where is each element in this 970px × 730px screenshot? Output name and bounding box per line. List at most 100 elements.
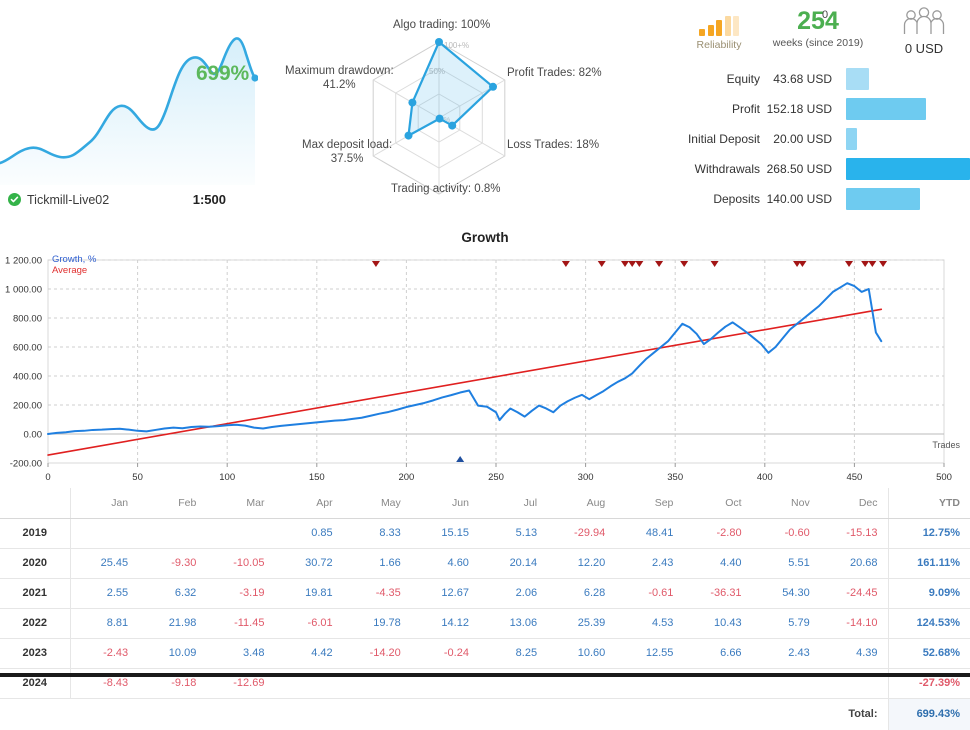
table-cell-month: 4.39 [819,638,888,669]
table-cell-ytd: 52.68% [887,638,970,669]
svg-text:1 000.00: 1 000.00 [5,285,42,296]
table-row: 2020 25.45 -9.30 -10.05 30.72 1.66 4.60 20.14 12… [0,548,970,579]
table-cell-month: -36.31 [683,578,752,609]
broker-name: Tickmill-Live02 [27,192,110,207]
table-cell-month: 8.33 [342,518,411,549]
svg-text:400: 400 [757,472,773,483]
reliability-label: Reliability [696,39,742,51]
total-spacer [615,698,683,730]
svg-text:400.00: 400.00 [13,372,42,383]
table-row: 2023 -2.43 10.09 3.48 4.42 -14.20 -0.24 8.25 10.… [0,638,970,669]
table-cell-month: 3.48 [206,638,275,669]
table-cell-month: -11.45 [206,608,275,639]
table-cell-year: 2019 [0,518,71,549]
table-col-jan: Jan [70,488,139,519]
stat-row-equity: Equity 43.68 USD [680,64,970,94]
total-spacer [479,698,547,730]
stat-value: 268.50 USD [766,162,832,176]
table-cell-year: 2020 [0,548,71,579]
svg-text:0: 0 [45,472,50,483]
stat-label: Profit [731,102,760,116]
x-axis-title: Trades [932,440,960,450]
table-cell-month: 4.53 [615,608,684,639]
table-cell-month: -15.13 [819,518,888,549]
verified-check-icon [8,193,21,206]
table-col-ytd: YTD [887,488,970,519]
bottom-divider [0,673,970,677]
table-cell-month: -2.43 [70,638,139,669]
total-spacer [547,698,615,730]
table-cell-month: 2.43 [615,548,684,579]
table-cell-ytd: 161.11% [887,548,970,579]
table-cell-month: -9.30 [138,548,207,579]
table-cell-month: 20.14 [478,548,548,579]
stat-value: 152.18 USD [766,102,832,116]
table-cell-month: 30.72 [274,548,343,579]
table-cell-month: 25.39 [547,608,616,639]
table-cell-month: -24.45 [819,578,888,609]
stat-row-initial-deposit: Initial Deposit 20.00 USD [680,124,970,154]
table-cell-month: -0.61 [615,578,684,609]
radar-label-profit-trades: Profit Trades: 82% [507,67,602,79]
growth-chart: -200.00 0.00 200.00 400.00 600.00 800.00 1 000… [0,248,970,488]
table-col-mar: Mar [206,488,275,519]
table-cell-month: -2.80 [683,518,752,549]
legend-growth: Growth, % [52,254,97,265]
table-cell-ytd: 12.75% [887,518,970,549]
table-cell-month: 19.78 [342,608,411,639]
radar-label-max-drawdown: Maximum drawdown: 41.2% [285,65,394,92]
radar-label-loss-trades: Loss Trades: 18% [507,139,600,151]
table-header-row: Jan Feb Mar Apr May Jun Jul Aug Sep Oct Nov Dec YTD [0,488,970,519]
table-cell-month: 5.13 [478,518,548,549]
table-col-year [0,488,71,519]
svg-text:300: 300 [578,472,594,483]
stat-row-profit: Profit 152.18 USD [680,94,970,124]
stat-bar [846,98,926,120]
table-cell-month: -4.35 [342,578,411,609]
chart-legend: Growth, % Average [52,254,96,276]
summary-panel: 699% Tickmill-Live02 1:500 100+% 50% 0% … [0,0,970,228]
stat-rows: Equity 43.68 USD Profit 152.18 USD Initi… [680,58,970,214]
table-row: 2022 8.81 21.98 -11.45 -6.01 19.78 14.12 13.06 2… [0,608,970,639]
radar-label-trading-activity: Trading activity: 0.8% [391,183,501,195]
subscribers-block: 0 0 USD [822,6,970,58]
table-cell-month: 13.06 [478,608,548,639]
table-cell-month: 4.60 [410,548,479,579]
stat-label: Deposits [713,192,760,206]
table-cell-month: 6.32 [138,578,207,609]
table-cell-month: 15.15 [410,518,479,549]
total-label: Total: [848,708,878,721]
svg-text:-200.00: -200.00 [10,459,42,470]
table-col-sep: Sep [615,488,684,519]
table-cell-month: 20.68 [819,548,888,579]
stat-bar [846,188,920,210]
table-cell-month: 14.12 [410,608,479,639]
table-cell-month [70,518,139,549]
stat-label: Withdrawals [694,162,760,176]
table-cell-year: 2022 [0,608,71,639]
total-spacer [206,698,274,730]
table-cell-year: 2023 [0,638,71,669]
table-cell-ytd: 9.09% [887,578,970,609]
total-spacer [274,698,342,730]
table-cell-month: 0.85 [274,518,343,549]
table-cell-month: 54.30 [751,578,820,609]
table-cell-month: 2.06 [478,578,548,609]
table-col-dec: Dec [819,488,888,519]
radar-label-algo-trading: Algo trading: 100% [393,19,491,31]
table-cell-ytd: 124.53% [887,608,970,639]
table-cell-month: 10.09 [138,638,207,669]
table-cell-month: 2.43 [751,638,820,669]
subscribers-value: 0 USD [904,41,944,56]
total-spacer [0,698,70,730]
table-col-jul: Jul [478,488,548,519]
stat-value: 20.00 USD [773,132,832,146]
monthly-returns-table: Jan Feb Mar Apr May Jun Jul Aug Sep Oct Nov Dec YTD … [0,488,970,730]
table-col-aug: Aug [547,488,616,519]
stat-bar [846,128,857,150]
growth-sparkline-card: 699% Tickmill-Live02 1:500 [0,0,275,228]
table-cell-month: 19.81 [274,578,343,609]
table-cell-month: -0.24 [410,638,479,669]
table-col-apr: Apr [274,488,343,519]
svg-text:100: 100 [219,472,235,483]
